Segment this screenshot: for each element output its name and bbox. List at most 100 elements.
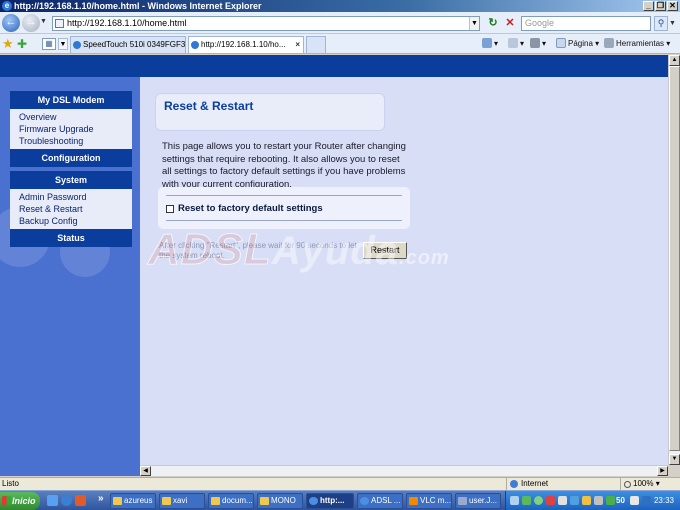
folder-icon: [162, 497, 171, 505]
tab-speedtouch[interactable]: SpeedTouch 510i 0349FGF3G: [70, 36, 186, 53]
quicklaunch-ie-icon[interactable]: [61, 495, 72, 506]
page-menu[interactable]: Página ▾: [556, 37, 599, 51]
task-label: http:...: [320, 496, 345, 505]
start-button[interactable]: Inicio: [0, 492, 40, 510]
home-icon: [482, 38, 492, 48]
recent-pages-dropdown[interactable]: ▼: [40, 18, 47, 25]
menu-heading[interactable]: Status: [10, 229, 132, 247]
show-desktop-icon[interactable]: [47, 495, 58, 506]
task-label: VLC m...: [420, 496, 452, 505]
tools-icon: [604, 38, 614, 48]
new-tab-button[interactable]: [306, 36, 326, 53]
sidebar-item-overview[interactable]: Overview: [19, 111, 132, 123]
search-options-dropdown[interactable]: ▼: [669, 20, 676, 27]
menu-heading[interactable]: My DSL Modem: [10, 91, 132, 109]
vertical-scrollbar[interactable]: ▲ ▼: [668, 55, 680, 465]
scroll-thumb[interactable]: [669, 66, 680, 451]
speaker-icon[interactable]: [630, 496, 639, 505]
taskbar-item-adsl[interactable]: ADSL ...: [357, 493, 403, 509]
router-header-band: [0, 55, 668, 77]
watermark-ayuda: Ayuda: [271, 229, 400, 273]
tools-menu[interactable]: Herramientas ▾: [604, 37, 670, 51]
taskbar-item-xavi[interactable]: xavi: [159, 493, 205, 509]
start-label: Inicio: [12, 496, 36, 506]
forward-button[interactable]: →: [22, 14, 40, 32]
tray-app-icon[interactable]: [534, 496, 543, 505]
taskbar-clock[interactable]: 23:33: [654, 491, 674, 510]
factory-reset-checkbox[interactable]: [166, 204, 174, 213]
maximize-button[interactable]: ❐: [655, 1, 666, 11]
tray-app-icon[interactable]: [606, 496, 615, 505]
tab-label: http://192.168.1.10/ho...: [201, 40, 286, 49]
tab-home[interactable]: http://192.168.1.10/ho... ×: [188, 36, 304, 53]
favorites-star-icon[interactable]: ★: [2, 37, 16, 51]
close-button[interactable]: ✕: [667, 1, 678, 11]
window-controls: _ ❐ ✕: [643, 1, 678, 11]
sidebar-item-firmware-upgrade[interactable]: Firmware Upgrade: [19, 123, 132, 135]
minimize-button[interactable]: _: [643, 1, 654, 11]
sidebar-item-troubleshooting[interactable]: Troubleshooting: [19, 135, 132, 147]
horizontal-scrollbar[interactable]: ◀ ▶: [140, 465, 668, 476]
window-title: http://192.168.1.10/home.html - Windows …: [14, 1, 262, 11]
quicklaunch-more-chevron-icon[interactable]: »: [98, 493, 104, 504]
tab-close-icon[interactable]: ×: [295, 37, 300, 52]
zoom-level[interactable]: 100% ▾: [620, 478, 680, 490]
scroll-left-arrow-icon[interactable]: ◀: [140, 466, 151, 476]
task-label: MONO: [271, 496, 296, 505]
quick-tabs-icon[interactable]: ▦: [42, 38, 56, 50]
scrollbar-corner: [668, 465, 680, 476]
menu-body: Overview Firmware Upgrade Troubleshootin…: [10, 109, 132, 149]
home-button[interactable]: ▾: [482, 37, 498, 51]
ie-icon: [360, 497, 369, 505]
feeds-button[interactable]: ▾: [508, 37, 524, 51]
scroll-down-arrow-icon[interactable]: ▼: [669, 454, 680, 465]
tray-app-icon[interactable]: [594, 496, 603, 505]
tab-list-dropdown[interactable]: ▼: [58, 38, 68, 50]
sidebar-item-admin-password[interactable]: Admin Password: [19, 191, 132, 203]
address-input[interactable]: http://192.168.1.10/home.html ▼: [52, 16, 480, 31]
sidebar-extension: [0, 465, 140, 476]
scroll-right-arrow-icon[interactable]: ▶: [657, 466, 668, 476]
page-viewport: My DSL Modem Overview Firmware Upgrade T…: [0, 55, 668, 465]
search-input[interactable]: Google: [521, 16, 651, 31]
tray-network-icon[interactable]: [510, 496, 519, 505]
quicklaunch-app-icon[interactable]: [75, 495, 86, 506]
sidebar-item-backup-config[interactable]: Backup Config: [19, 215, 132, 227]
security-zone[interactable]: Internet: [506, 478, 612, 490]
tray-app-icon[interactable]: [558, 496, 567, 505]
window-title-bar: e http://192.168.1.10/home.html - Window…: [0, 0, 680, 12]
tray-volume[interactable]: 50: [616, 491, 625, 510]
tray-app-icon[interactable]: [546, 496, 555, 505]
taskbar-item-azureus[interactable]: azureus: [110, 493, 156, 509]
taskbar-item-documents[interactable]: docum...: [208, 493, 254, 509]
refresh-button[interactable]: ↻: [486, 16, 500, 30]
menu-section-system: System Admin Password Reset & Restart Ba…: [10, 171, 132, 229]
menu-section-my-dsl-modem: My DSL Modem Overview Firmware Upgrade T…: [10, 91, 132, 149]
back-button[interactable]: ←: [2, 14, 20, 32]
stop-button[interactable]: ✕: [503, 16, 517, 30]
taskbar-item-user[interactable]: user.J...: [455, 493, 501, 509]
add-favorite-icon[interactable]: ✚: [17, 37, 31, 51]
sidebar-item-reset-restart[interactable]: Reset & Restart: [19, 203, 132, 215]
taskbar-item-vlc[interactable]: VLC m...: [406, 493, 452, 509]
scroll-up-arrow-icon[interactable]: ▲: [669, 55, 680, 66]
tray-app-icon[interactable]: [522, 496, 531, 505]
taskbar-item-mono[interactable]: MONO: [257, 493, 303, 509]
reset-options-panel: Reset to factory default settings: [158, 187, 410, 229]
ie-logo-icon: e: [2, 1, 12, 11]
address-dropdown-icon[interactable]: ▼: [469, 17, 479, 30]
print-button[interactable]: ▾: [530, 37, 546, 51]
factory-reset-option[interactable]: Reset to factory default settings: [166, 203, 402, 214]
taskbar-item-http[interactable]: http:...: [306, 493, 354, 509]
search-icon[interactable]: ⚲: [654, 16, 668, 31]
menu-heading[interactable]: System: [10, 171, 132, 189]
folder-icon: [113, 497, 122, 505]
watermark-adsl: ADSL: [148, 225, 272, 275]
tab-toolbar: ★ ✚ ▦ ▼ SpeedTouch 510i 0349FGF3G http:/…: [0, 34, 680, 54]
tray-app-icon[interactable]: [582, 496, 591, 505]
menu-heading[interactable]: Configuration: [10, 149, 132, 167]
tray-app-icon[interactable]: [570, 496, 579, 505]
tray-app-icon[interactable]: [642, 496, 651, 505]
task-label: docum...: [222, 496, 253, 505]
status-text: Listo: [2, 479, 19, 488]
